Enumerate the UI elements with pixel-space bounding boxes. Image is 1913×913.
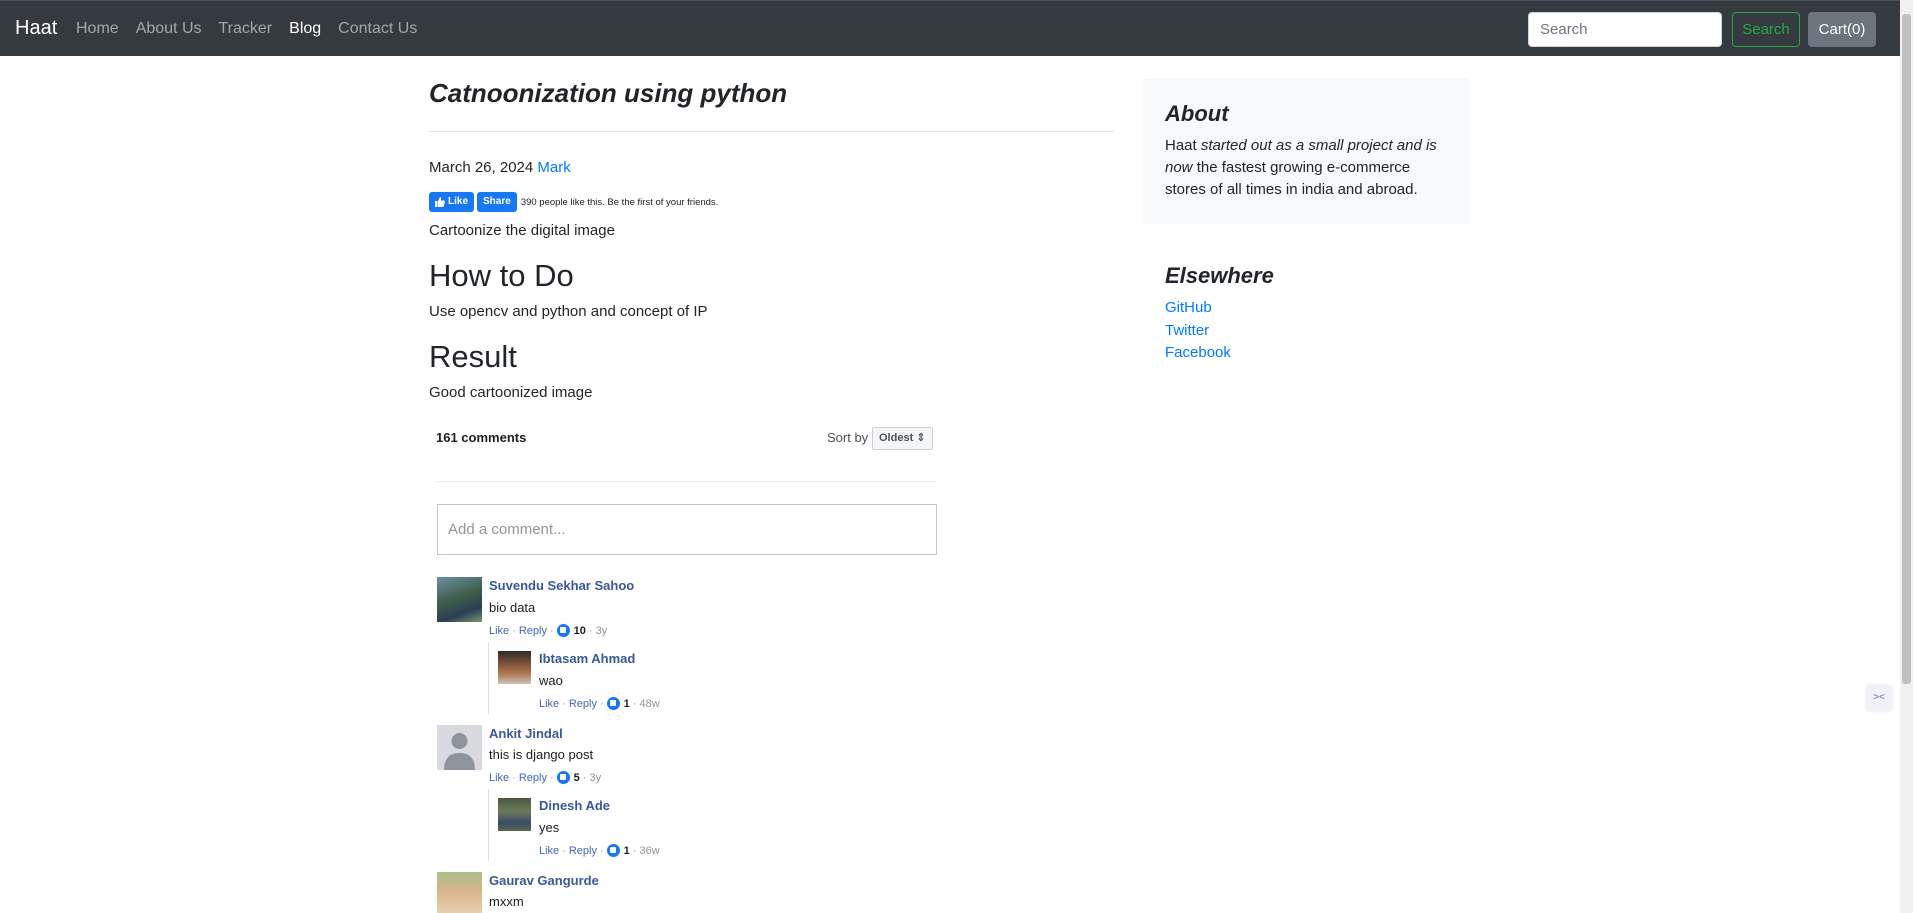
comment-age: 3y [595, 624, 608, 637]
comment-actions: Like · Reply · 5 · 3y [489, 771, 602, 784]
comment-actions: Like · Reply · 1 · 36w [539, 844, 660, 857]
post-title: Catnoonization using python [429, 78, 788, 108]
post-date: March 26, 2024 [429, 159, 534, 176]
nav-link-blog[interactable]: Blog [289, 20, 321, 38]
cart-button[interactable]: Cart(0) [1808, 12, 1876, 47]
fb-share-button[interactable]: Share [477, 192, 517, 212]
fb-like-label: Like [448, 196, 469, 207]
comment-reply-link[interactable]: Reply [519, 625, 547, 637]
link-facebook[interactable]: Facebook [1165, 344, 1231, 361]
comments-count: 161 comments [436, 430, 527, 445]
scrollbar-thumb[interactable] [1902, 14, 1911, 684]
comment-like-count: 1 [623, 697, 630, 710]
comment-like-link[interactable]: Like [539, 845, 559, 857]
reply-thread-line [488, 642, 489, 714]
nav-link-contact-us[interactable]: Contact Us [338, 20, 417, 38]
avatar[interactable] [498, 651, 531, 684]
nav-link-tracker[interactable]: Tracker [219, 20, 273, 38]
comment-like-link[interactable]: Like [489, 625, 509, 637]
comment-like-count: 1 [623, 844, 630, 857]
post-intro: Cartoonize the digital image [429, 222, 615, 239]
fb-share-label: Share [483, 196, 511, 207]
like-count-icon [606, 844, 620, 857]
comment-author[interactable]: Ibtasam Ahmad [539, 651, 635, 666]
comment-input[interactable]: Add a comment... [437, 504, 937, 555]
sort-select[interactable]: Oldest ⇕ [872, 427, 933, 450]
comment-text: mxxm [489, 894, 524, 909]
comment-age: 48w [639, 697, 660, 710]
like-count-icon [556, 624, 570, 637]
post-meta: March 26, 2024 Mark [429, 159, 571, 176]
brand-logo[interactable]: Haat [15, 17, 57, 40]
avatar[interactable] [437, 577, 482, 622]
sort-label: Sort by [827, 430, 869, 445]
scrollbar[interactable] [1900, 0, 1913, 913]
comment-reply-link[interactable]: Reply [569, 698, 597, 710]
sort-value: Oldest [879, 432, 914, 444]
comment-text: this is django post [489, 747, 594, 762]
nav-link-about-us[interactable]: About Us [136, 20, 202, 38]
nav-link-home[interactable]: Home [76, 20, 119, 38]
thumbs-up-icon [435, 197, 445, 207]
link-twitter[interactable]: Twitter [1165, 322, 1209, 339]
default-avatar-icon [444, 733, 475, 770]
comment-reply-link[interactable]: Reply [519, 772, 547, 784]
fb-like-widget: Like Share 390 people like this. Be the … [429, 192, 718, 212]
comment-like-count: 10 [573, 624, 586, 637]
comment-reply-link[interactable]: Reply [569, 845, 597, 857]
search-input[interactable]: Search [1528, 12, 1722, 47]
collapse-widget-icon[interactable]: >< [1866, 685, 1892, 711]
post-author-link[interactable]: Mark [537, 159, 570, 176]
comment-author[interactable]: Dinesh Ade [539, 798, 610, 813]
avatar[interactable] [437, 872, 482, 913]
avatar[interactable] [498, 798, 531, 831]
fb-like-summary: 390 people like this. Be the first of yo… [520, 196, 719, 208]
comment-like-count: 5 [573, 771, 580, 784]
like-count-icon [606, 697, 620, 710]
sort-arrows-icon: ⇕ [916, 432, 926, 444]
avatar[interactable] [437, 725, 482, 770]
reply-thread-line [488, 789, 489, 861]
comment-like-link[interactable]: Like [489, 772, 509, 784]
divider [429, 131, 1114, 132]
section-body-how-to-do: Use opencv and python and concept of IP [429, 303, 708, 320]
comment-text: wao [539, 673, 563, 688]
comment-like-link[interactable]: Like [539, 698, 559, 710]
comment-author[interactable]: Suvendu Sekhar Sahoo [489, 578, 634, 593]
search-button[interactable]: Search [1732, 12, 1800, 47]
elsewhere-title: Elsewhere [1165, 263, 1274, 288]
link-github[interactable]: GitHub [1165, 299, 1212, 316]
comment-text: bio data [489, 600, 536, 615]
section-heading-result: Result [429, 339, 517, 374]
comment-age: 36w [639, 844, 660, 857]
about-text: Haat started out as a small project and … [1165, 137, 1437, 198]
comment-actions: Like · Reply · 10 · 3y [489, 624, 608, 637]
like-count-icon [556, 771, 570, 784]
section-body-result: Good cartoonized image [429, 384, 593, 401]
fb-like-button[interactable]: Like [429, 192, 475, 212]
comment-text: yes [539, 820, 560, 835]
nav-links: Home About Us Tracker Blog Contact Us [76, 20, 434, 38]
section-heading-how-to-do: How to Do [429, 258, 574, 293]
comment-author[interactable]: Gaurav Gangurde [489, 873, 599, 888]
comment-author[interactable]: Ankit Jindal [489, 726, 563, 741]
comment-actions: Like · Reply · 1 · 48w [539, 697, 660, 710]
comments-divider [436, 481, 937, 482]
about-title: About [1165, 101, 1229, 126]
navbar: Haat Home About Us Tracker Blog Contact … [0, 0, 1900, 56]
comment-age: 3y [589, 771, 602, 784]
